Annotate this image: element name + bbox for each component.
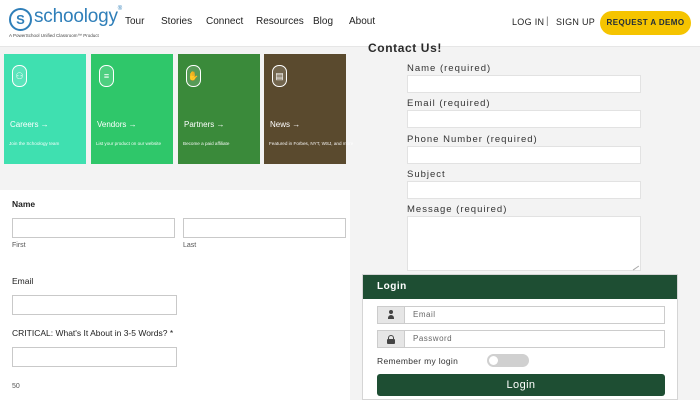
nav-link-tour[interactable]: Tour xyxy=(125,16,144,27)
critical-label: CRITICAL: What's It About in 3-5 Words? … xyxy=(12,328,174,338)
user-icon xyxy=(388,310,394,320)
login-password-field[interactable]: Password xyxy=(377,330,665,348)
tile-title: News → xyxy=(270,120,301,129)
password-addon xyxy=(378,331,405,347)
contact-title: Contact Us! xyxy=(368,41,442,55)
login-panel: Login Email Password Remember my login L… xyxy=(362,274,678,400)
signup-link[interactable]: SIGN UP xyxy=(556,17,595,27)
critical-input[interactable] xyxy=(12,347,177,367)
tile-description: Join the Schoology team xyxy=(9,141,60,146)
tile-vendors[interactable]: ≡ Vendors → List your product on our web… xyxy=(91,54,173,164)
login-button[interactable]: Login xyxy=(377,374,665,396)
contact-name-input[interactable] xyxy=(407,75,641,93)
request-demo-button[interactable]: REQUEST A DEMO xyxy=(600,11,691,35)
logo-tagline: A PowerSchool Unified Classroom™ Product xyxy=(9,33,99,38)
login-link[interactable]: LOG IN xyxy=(512,17,544,27)
tile-description: Featured in Forbes, NYT, WSJ, and more xyxy=(269,141,354,146)
nav-separator: | xyxy=(546,16,549,27)
nav-link-stories[interactable]: Stories xyxy=(161,16,192,27)
email-label: Email xyxy=(12,276,34,286)
nav-link-about[interactable]: About xyxy=(349,16,375,27)
contact-message-textarea[interactable] xyxy=(407,216,641,271)
email-addon xyxy=(378,307,405,323)
contact-subject-input[interactable] xyxy=(407,181,641,199)
schoology-logo[interactable]: S schoology® A PowerSchool Unified Class… xyxy=(9,6,122,40)
tile-description: List your product on our website xyxy=(96,141,162,146)
contact-email-input[interactable] xyxy=(407,110,641,128)
resize-grip-icon[interactable] xyxy=(629,261,640,271)
contact-name-label: Name (required) xyxy=(407,63,492,74)
contact-message-label: Message (required) xyxy=(407,204,508,215)
first-sublabel: First xyxy=(12,242,26,249)
email-input[interactable] xyxy=(12,295,177,315)
nav-link-resources[interactable]: Resources xyxy=(256,16,304,27)
email-placeholder: Email xyxy=(413,310,436,319)
feedback-form: Name First Last Email CRITICAL: What's I… xyxy=(0,190,350,400)
remember-label: Remember my login xyxy=(377,356,459,366)
nav-link-connect[interactable]: Connect xyxy=(206,16,243,27)
top-navigation: S schoology® A PowerSchool Unified Class… xyxy=(0,0,700,47)
password-placeholder: Password xyxy=(413,334,453,343)
last-sublabel: Last xyxy=(183,242,197,249)
name-label: Name xyxy=(12,199,36,209)
login-header: Login xyxy=(363,275,677,299)
login-email-field[interactable]: Email xyxy=(377,306,665,324)
newspaper-icon: ▤ xyxy=(272,65,287,87)
contact-phone-input[interactable] xyxy=(407,146,641,164)
tile-title: Careers → xyxy=(10,120,49,129)
tile-title: Partners → xyxy=(184,120,225,129)
first-name-input[interactable] xyxy=(12,218,175,238)
toggle-knob xyxy=(489,356,498,365)
nav-link-blog[interactable]: Blog xyxy=(313,16,333,27)
contact-phone-label: Phone Number (required) xyxy=(407,134,538,145)
contact-subject-label: Subject xyxy=(407,169,446,180)
tile-careers[interactable]: ⚇ Careers → Join the Schoology team xyxy=(4,54,86,164)
tile-title: Vendors → xyxy=(97,120,137,129)
people-icon: ⚇ xyxy=(12,65,27,87)
contact-email-label: Email (required) xyxy=(407,98,491,109)
tile-partners[interactable]: ✋ Partners → Become a paid affiliate xyxy=(178,54,260,164)
remember-toggle[interactable] xyxy=(487,354,529,367)
document-icon: ≡ xyxy=(99,65,114,87)
tile-description: Become a paid affiliate xyxy=(183,141,230,146)
handshake-icon: ✋ xyxy=(186,65,201,87)
logo-s-icon: S xyxy=(9,8,32,31)
tile-news[interactable]: ▤ News → Featured in Forbes, NYT, WSJ, a… xyxy=(264,54,353,164)
logo-wordmark: schoology® xyxy=(34,6,122,27)
last-name-input[interactable] xyxy=(183,218,346,238)
character-limit: 50 xyxy=(12,383,20,390)
lock-icon xyxy=(387,335,395,344)
